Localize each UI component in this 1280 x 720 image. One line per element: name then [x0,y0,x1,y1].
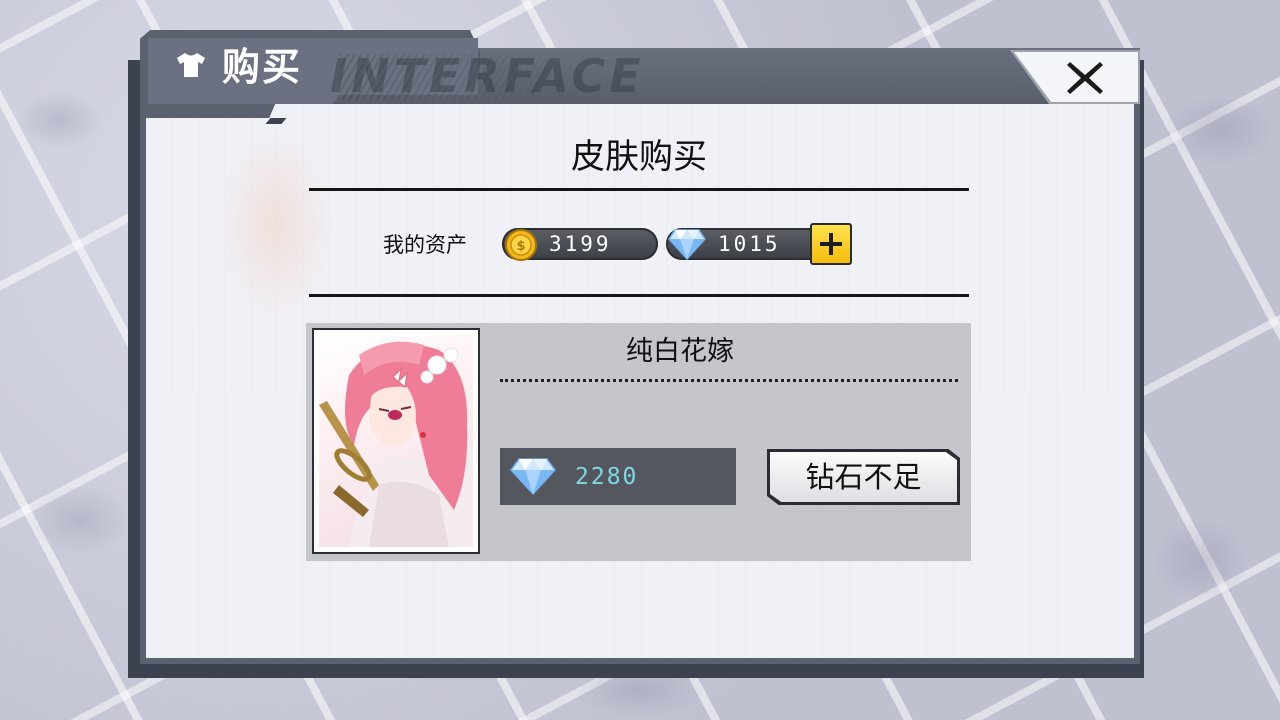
add-diamonds-button[interactable] [810,223,852,265]
coin-icon: $ [505,229,537,261]
shirt-icon [177,53,205,77]
header-watermark: INTERFACE [330,49,645,103]
skin-portrait [319,335,473,547]
assets-divider [309,294,969,297]
title-divider [309,188,969,191]
diamond-icon [510,458,556,496]
close-icon[interactable] [1064,58,1106,98]
dialog-title: 购买 [222,45,303,89]
diamond-amount: 1015 [718,232,781,256]
svg-text:$: $ [516,239,525,254]
buy-button-label[interactable]: 钻石不足 [770,452,957,502]
section-title: 皮肤购买 [571,137,707,177]
assets-label: 我的资产 [383,233,467,257]
diamond-icon [668,229,706,260]
skin-price: 2280 [575,464,639,490]
skin-name-divider [500,379,958,382]
coin-amount: 3199 [549,232,612,256]
skin-name: 纯白花嫁 [626,336,734,367]
